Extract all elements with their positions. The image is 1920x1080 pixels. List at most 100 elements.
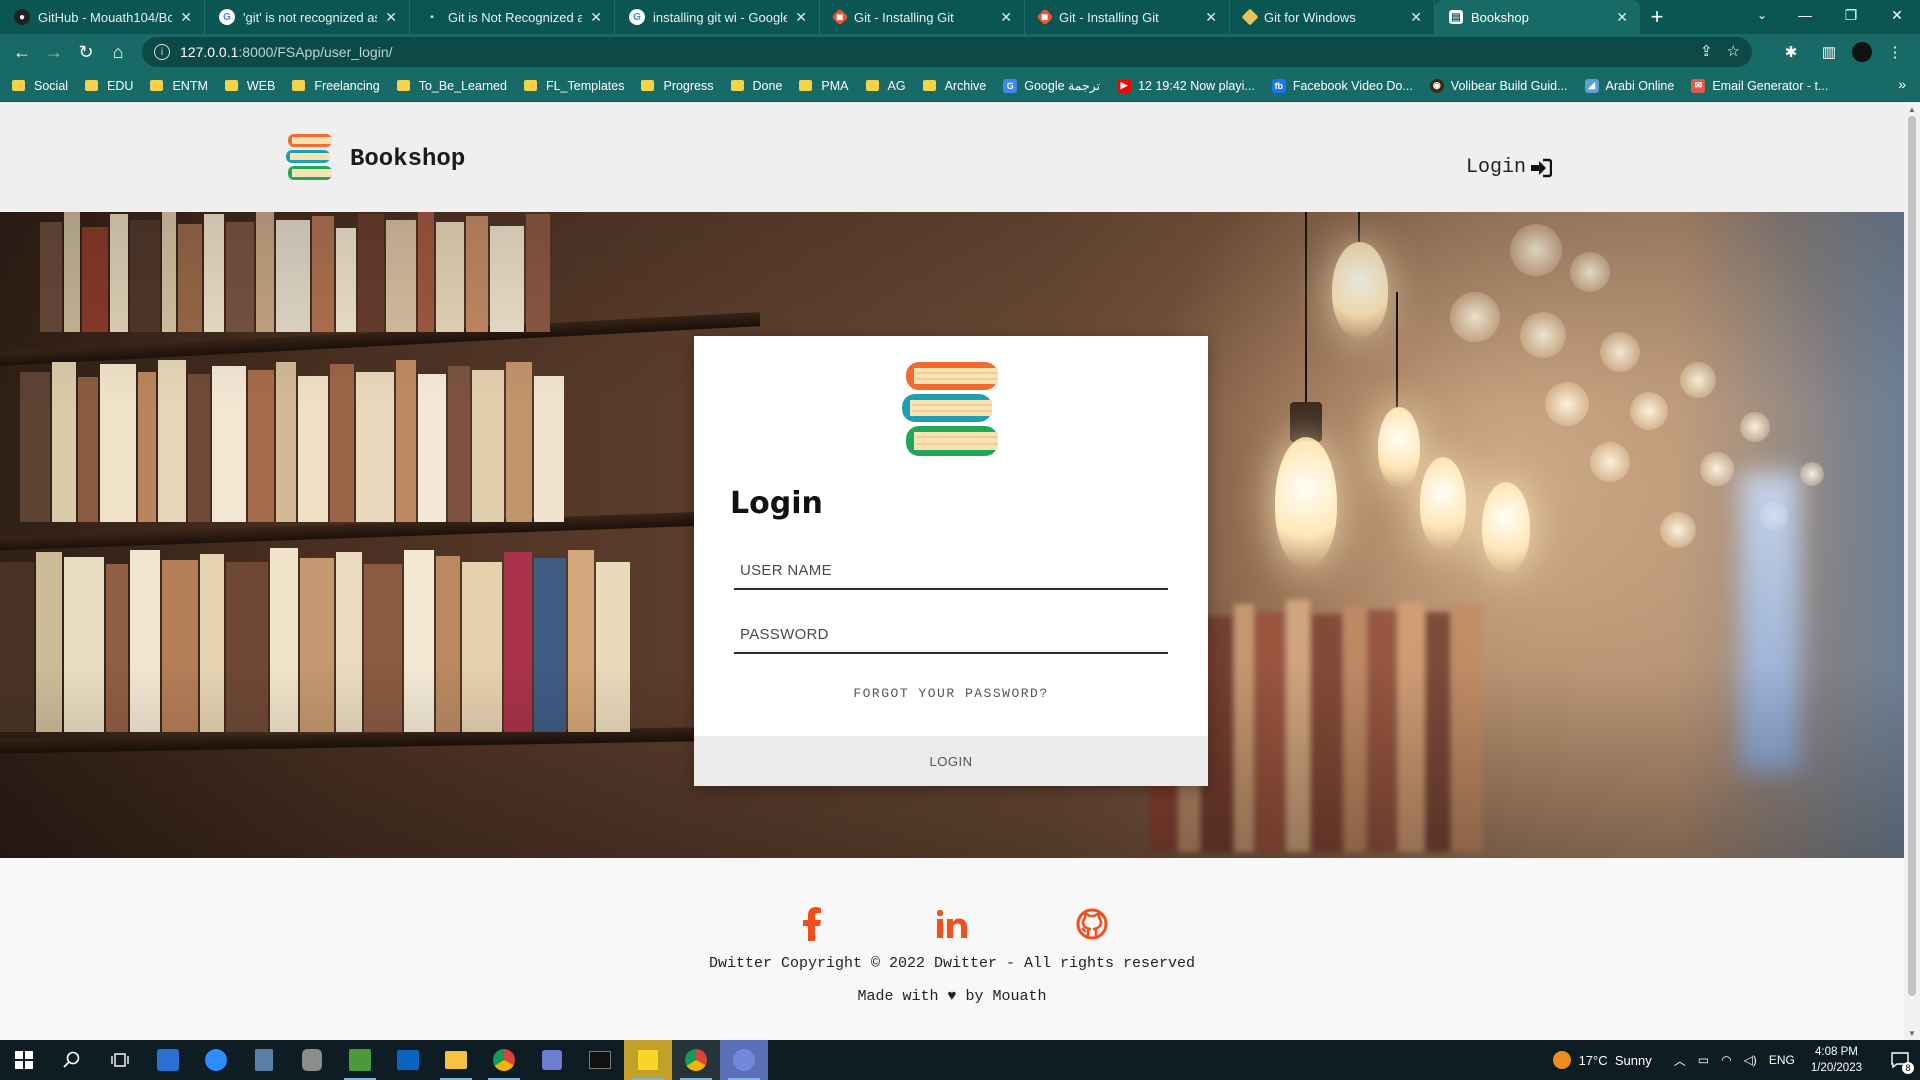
scroll-down-icon[interactable]: ▼ <box>1904 1026 1920 1040</box>
password-input[interactable] <box>734 616 1168 654</box>
folder-icon <box>150 80 164 91</box>
share-icon[interactable]: ⇪ <box>1700 42 1713 60</box>
tab-google-search-2[interactable]: G installing git wi - Google S ✕ <box>615 0 820 34</box>
login-button[interactable]: LOGIN <box>694 736 1208 786</box>
reload-icon[interactable]: ↻ <box>70 36 102 68</box>
terminal-icon[interactable] <box>576 1040 624 1080</box>
battery-icon[interactable]: ▭ <box>1698 1053 1709 1067</box>
weather-widget[interactable]: 17°C Sunny <box>1552 1051 1652 1069</box>
wifi-icon[interactable]: ◠ <box>1721 1053 1731 1067</box>
tab-bookshop[interactable]: ▤ Bookshop ✕ <box>1435 0 1640 34</box>
brand[interactable]: Bookshop <box>284 132 465 187</box>
close-icon[interactable]: ✕ <box>1616 9 1628 26</box>
bookmark-folder-done[interactable]: Done <box>730 79 782 93</box>
window-close-icon[interactable]: ✕ <box>1874 0 1920 30</box>
app-icon[interactable] <box>144 1040 192 1080</box>
bookmark-folder-edu[interactable]: EDU <box>85 79 133 93</box>
chevron-up-icon[interactable]: ︿ <box>1674 1052 1686 1069</box>
bookmark-youtube[interactable]: ▶ 12 19:42 Now playi... <box>1117 78 1255 93</box>
editor-icon[interactable] <box>336 1040 384 1080</box>
bookmark-label: Freelancing <box>314 78 380 93</box>
bookmark-label: Progress <box>663 78 714 93</box>
zoom-icon[interactable] <box>192 1040 240 1080</box>
tab-git-not-recognized[interactable]: ▪ Git is Not Recognized as a ✕ <box>410 0 615 34</box>
bookmark-folder-web[interactable]: WEB <box>224 79 275 93</box>
close-icon[interactable]: ✕ <box>180 9 192 26</box>
tab-search-icon[interactable]: ⌄ <box>1744 0 1780 30</box>
info-icon[interactable]: i <box>154 44 170 60</box>
close-icon[interactable]: ✕ <box>590 9 602 26</box>
minimize-icon[interactable]: — <box>1782 0 1828 30</box>
volume-icon[interactable]: ◁) <box>1744 1053 1757 1067</box>
clock[interactable]: 4:08 PM 1/20/2023 <box>1811 1044 1862 1076</box>
network-tool-icon[interactable] <box>528 1040 576 1080</box>
extensions-icon[interactable]: ✱ <box>1776 36 1806 68</box>
profile-avatar[interactable] <box>1852 42 1872 62</box>
forgot-password-link[interactable]: FORGOT YOUR PASSWORD? <box>694 686 1208 701</box>
books-logo-icon <box>900 360 1002 465</box>
bookmark-star-icon[interactable]: ☆ <box>1727 42 1740 60</box>
hero-background: Login FORGOT YOUR PASSWORD? LOGIN <box>0 212 1904 858</box>
bookmark-folder-pma[interactable]: PMA <box>799 78 849 93</box>
task-view-icon[interactable] <box>96 1040 144 1080</box>
address-bar[interactable]: i 127.0.0.1:8000/FSApp/user_login/ ⇪ ☆ <box>142 37 1752 67</box>
bookmark-folder-entm[interactable]: ENTM <box>150 78 208 93</box>
bookmark-arabi-online[interactable]: ◢ Arabi Online <box>1584 78 1674 93</box>
side-panel-icon[interactable]: ▥ <box>1814 36 1844 68</box>
bookmark-facebook-video[interactable]: fb Facebook Video Do... <box>1271 78 1413 93</box>
sticky-notes-icon[interactable] <box>624 1040 672 1080</box>
menu-icon[interactable]: ⋮ <box>1880 36 1910 68</box>
nav-login-link[interactable]: Login <box>1466 156 1553 179</box>
github-icon[interactable] <box>1057 904 1127 944</box>
tab-git-for-windows[interactable]: Git for Windows ✕ <box>1230 0 1435 34</box>
chrome-icon[interactable] <box>480 1040 528 1080</box>
tab-git-installing-1[interactable]: ◆ Git - Installing Git ✕ <box>820 0 1025 34</box>
close-icon[interactable]: ✕ <box>1000 9 1012 26</box>
scroll-up-icon[interactable]: ▲ <box>1904 102 1920 116</box>
bookmark-folder-progress[interactable]: Progress <box>641 78 714 93</box>
restore-icon[interactable]: ❐ <box>1828 0 1874 30</box>
language-indicator[interactable]: ENG <box>1769 1053 1795 1067</box>
tab-github[interactable]: ● GitHub - Mouath104/Book ✕ <box>0 0 205 34</box>
windows-start-icon[interactable] <box>0 1040 48 1080</box>
close-icon[interactable]: ✕ <box>795 9 807 26</box>
bookmark-folder-ag[interactable]: AG <box>865 79 906 93</box>
outlook-icon[interactable] <box>384 1040 432 1080</box>
scrollbar-thumb[interactable] <box>1908 116 1916 996</box>
file-explorer-icon[interactable] <box>432 1040 480 1080</box>
forward-icon[interactable]: → <box>38 36 70 68</box>
close-icon[interactable]: ✕ <box>385 9 397 26</box>
page-scrollbar[interactable]: ▲ ▼ <box>1904 102 1920 1040</box>
bookmark-label: PMA <box>821 78 849 93</box>
back-icon[interactable]: ← <box>6 36 38 68</box>
close-icon[interactable]: ✕ <box>1410 9 1422 26</box>
bookmark-google-translate[interactable]: G Google ترجمة <box>1003 78 1100 93</box>
bookmarks-overflow-icon[interactable]: » <box>1898 76 1906 92</box>
home-icon[interactable]: ⌂ <box>102 36 134 68</box>
bookmark-volibear[interactable]: ◉ Volibear Build Guid... <box>1429 78 1568 93</box>
bookmark-folder-to-be-learned[interactable]: To_Be_Learned <box>396 79 507 93</box>
bookmark-folder-archive[interactable]: Archive <box>922 79 986 93</box>
tab-google-search-1[interactable]: G 'git' is not recognized as a ✕ <box>205 0 410 34</box>
git-windows-icon <box>1241 8 1259 26</box>
bookmark-label: ENTM <box>172 78 208 93</box>
bookmark-email-generator[interactable]: ✉ Email Generator - t... <box>1691 78 1828 93</box>
linkedin-icon[interactable] <box>917 904 987 944</box>
username-input[interactable] <box>734 552 1168 590</box>
taskbar: 17°C Sunny ︿ ▭ ◠ ◁) ENG 4:08 PM 1/20/202… <box>0 1040 1920 1080</box>
bookmark-folder-social[interactable]: Social <box>12 79 68 93</box>
bookmark-folder-fl-templates[interactable]: FL_Templates <box>523 79 624 93</box>
new-tab-button[interactable]: + <box>1640 0 1674 34</box>
calculator-icon[interactable] <box>240 1040 288 1080</box>
chrome-profile-icon[interactable] <box>672 1040 720 1080</box>
notifications-icon[interactable]: 8 <box>1880 1040 1920 1080</box>
database-icon[interactable] <box>288 1040 336 1080</box>
bookmark-folder-freelancing[interactable]: Freelancing <box>292 78 380 93</box>
folder-icon <box>730 80 744 91</box>
tab-git-installing-2[interactable]: ◆ Git - Installing Git ✕ <box>1025 0 1230 34</box>
tab-label: Git - Installing Git <box>854 9 954 25</box>
facebook-icon[interactable] <box>777 904 847 944</box>
close-icon[interactable]: ✕ <box>1205 9 1217 26</box>
discord-icon[interactable] <box>720 1040 768 1080</box>
search-icon[interactable] <box>48 1040 96 1080</box>
